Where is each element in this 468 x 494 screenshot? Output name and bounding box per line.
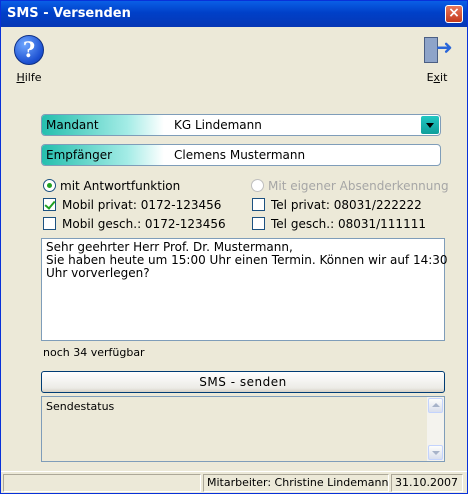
- status-cell-empty: [3, 474, 201, 492]
- recipient-value: Clemens Mustermann: [174, 148, 306, 162]
- exit-button[interactable]: ➜ Exit: [417, 35, 457, 84]
- scroll-down-icon[interactable]: [428, 445, 443, 460]
- send-status-box: Sendestatus: [41, 396, 445, 462]
- message-textarea[interactable]: Sehr geehrter Herr Prof. Dr. Mustermann,…: [41, 238, 448, 341]
- help-icon: ?: [14, 35, 44, 65]
- checkbox-icon: [43, 217, 56, 230]
- mobile-business-label: Mobil gesch.: 0172-123456: [62, 217, 226, 231]
- reply-radio-label: mit Antwortfunktion: [60, 179, 181, 193]
- exit-label: Exit: [426, 71, 448, 84]
- send-status-text: Sendestatus: [46, 400, 115, 413]
- send-sms-button[interactable]: SMS - senden: [41, 371, 445, 393]
- title-bar[interactable]: SMS - Versenden ×: [1, 1, 467, 27]
- vertical-scrollbar[interactable]: [427, 397, 444, 461]
- radio-icon: [251, 179, 264, 192]
- chevron-down-icon[interactable]: [421, 116, 439, 134]
- tel-business-checkbox[interactable]: Tel gesch.: 08031/111111: [252, 217, 426, 231]
- mobile-business-checkbox[interactable]: Mobil gesch.: 0172-123456: [43, 217, 226, 231]
- sms-dialog-window: SMS - Versenden × ? Hilfe ➜ Exit Mandant…: [0, 0, 468, 494]
- recipient-field[interactable]: Empfänger Clemens Mustermann: [41, 144, 441, 166]
- sender-id-radio[interactable]: Mit eigener Absenderkennung: [251, 179, 449, 193]
- sender-id-radio-label: Mit eigener Absenderkennung: [268, 179, 449, 193]
- employee-status: Mitarbeiter: Christine Lindemann: [203, 474, 389, 492]
- tel-private-checkbox[interactable]: Tel privat: 08031/222222: [252, 198, 422, 212]
- recipient-label: Empfänger: [42, 145, 164, 165]
- message-line: Uhr vorverlegen?: [46, 266, 150, 280]
- radio-selected-icon: [43, 179, 56, 192]
- mobile-private-checkbox[interactable]: Mobil privat: 0172-123456: [43, 198, 221, 212]
- exit-door-icon: ➜: [422, 35, 453, 65]
- window-title: SMS - Versenden: [7, 6, 131, 21]
- checkmark-icon: [43, 198, 56, 211]
- mandant-value: KG Lindemann: [174, 118, 262, 132]
- close-button[interactable]: ×: [445, 5, 463, 23]
- status-bar: Mitarbeiter: Christine Lindemann 31.10.2…: [1, 471, 467, 493]
- scroll-up-icon[interactable]: [428, 398, 443, 413]
- mandant-combobox[interactable]: Mandant KG Lindemann: [41, 114, 441, 136]
- date-status: 31.10.2007: [391, 474, 463, 492]
- help-label: Hilfe: [16, 71, 42, 84]
- checkbox-icon: [252, 217, 265, 230]
- mobile-private-label: Mobil privat: 0172-123456: [62, 198, 222, 212]
- tel-business-label: Tel gesch.: 08031/111111: [271, 217, 426, 231]
- mandant-label: Mandant: [42, 115, 164, 135]
- checkbox-icon: [252, 198, 265, 211]
- help-button[interactable]: ? Hilfe: [9, 35, 49, 84]
- reply-radio[interactable]: mit Antwortfunktion: [43, 179, 180, 193]
- remaining-characters: noch 34 verfügbar: [43, 346, 145, 359]
- tel-private-label: Tel privat: 08031/222222: [271, 198, 422, 212]
